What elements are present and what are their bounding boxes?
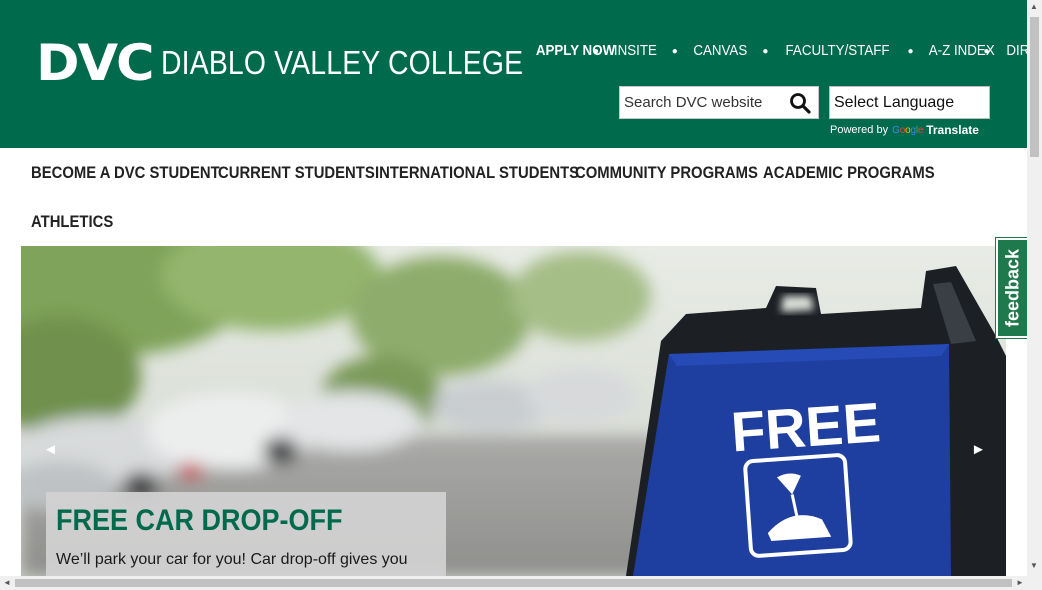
search-button[interactable] <box>788 91 812 115</box>
canvas-link[interactable]: CANVAS <box>693 43 747 59</box>
vertical-scrollbar[interactable]: ▲ ▼ <box>1027 0 1042 576</box>
nav-become-a-dvc-student[interactable]: BECOME A DVC STUDENT <box>31 163 220 183</box>
search-icon <box>790 93 811 114</box>
feedback-tab[interactable]: feedback <box>995 237 1028 339</box>
nav-current-students[interactable]: CURRENT STUDENTS <box>218 163 375 183</box>
scroll-left-arrow-icon[interactable]: ◄ <box>3 578 11 588</box>
insite-link[interactable]: INSITE <box>614 43 657 59</box>
scroll-up-arrow-icon[interactable]: ▲ <box>1030 3 1038 11</box>
utility-nav: APPLY NOW ● INSITE ● CANVAS ● FACULTY/ST… <box>534 34 1042 68</box>
separator-dot: ● <box>671 45 678 57</box>
hero-slider[interactable]: FREE ◄ ► FREE CAR DROP-OFF We’ll park yo… <box>21 246 1006 576</box>
hero-caption: FREE CAR DROP-OFF We’ll park your car fo… <box>46 492 446 576</box>
separator-dot: ● <box>907 45 914 57</box>
horizontal-scroll-thumb[interactable] <box>15 579 1012 587</box>
page: DVC DIABLO VALLEY COLLEGE APPLY NOW ● IN… <box>0 0 1042 590</box>
logo-mark: DVC <box>36 34 155 92</box>
logo-text: DIABLO VALLEY COLLEGE <box>160 44 524 81</box>
search-box <box>619 86 819 119</box>
main-nav: BECOME A DVC STUDENT CURRENT STUDENTS IN… <box>0 148 1027 246</box>
hero-next-arrow[interactable]: ► <box>971 442 986 458</box>
hero-caption-title: FREE CAR DROP-OFF <box>56 504 343 537</box>
powered-by-label: Powered by <box>830 124 889 136</box>
nav-international-students[interactable]: INTERNATIONAL STUDENTS <box>375 163 579 183</box>
nav-community-programs[interactable]: COMMUNITY PROGRAMS <box>575 163 758 183</box>
hero-caption-text: We’ll park your car for you! Car drop-of… <box>56 551 408 568</box>
site-logo[interactable]: DVC DIABLO VALLEY COLLEGE <box>36 34 582 92</box>
hero-prev-arrow[interactable]: ◄ <box>43 442 58 458</box>
vertical-scroll-thumb[interactable] <box>1030 17 1039 157</box>
scrollbar-corner <box>1027 576 1042 590</box>
google-logo: Google <box>892 124 924 136</box>
horizontal-scrollbar[interactable]: ◄ ► <box>0 576 1027 590</box>
separator-dot: ● <box>762 45 769 57</box>
site-header: DVC DIABLO VALLEY COLLEGE APPLY NOW ● IN… <box>0 0 1042 148</box>
apply-now-link[interactable]: APPLY NOW <box>536 43 615 59</box>
nav-athletics[interactable]: ATHLETICS <box>31 212 113 232</box>
scroll-down-arrow-icon[interactable]: ▼ <box>1030 562 1038 570</box>
a-z-index-link[interactable]: A-Z INDEX <box>928 43 994 59</box>
faculty-staff-link[interactable]: FACULTY/STAFF <box>786 43 890 59</box>
search-input[interactable] <box>620 87 780 118</box>
sign-free-text: FREE <box>729 390 882 463</box>
feedback-label: feedback <box>1002 248 1022 328</box>
scroll-right-arrow-icon[interactable]: ► <box>1016 578 1024 588</box>
translate-link[interactable]: Translate <box>926 123 979 137</box>
language-select[interactable]: Select Language <box>829 86 990 119</box>
nav-academic-programs[interactable]: ACADEMIC PROGRAMS <box>763 163 935 183</box>
powered-by-google-translate: Powered by Google Translate <box>830 123 979 137</box>
